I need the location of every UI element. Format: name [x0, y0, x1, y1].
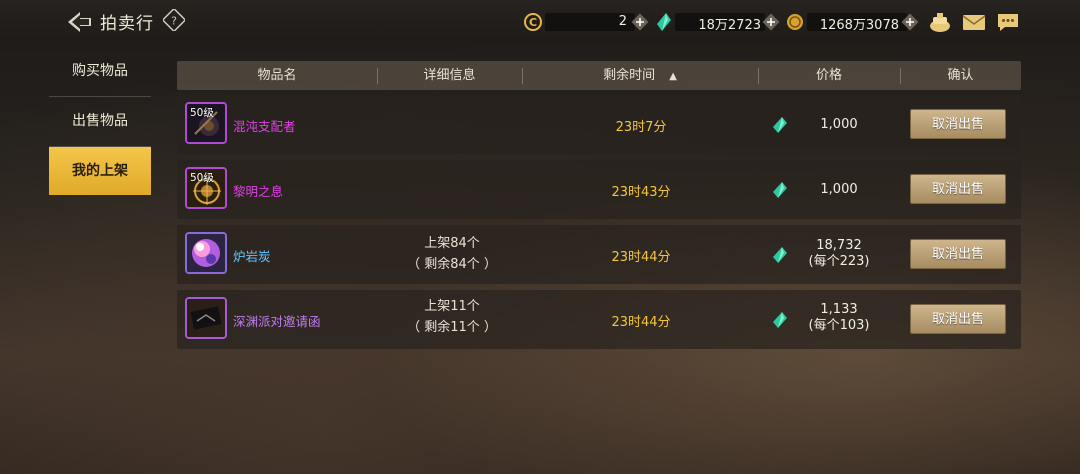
cancel-sale-button[interactable]: 取消出售	[910, 239, 1006, 269]
item-level-badge: 50级	[190, 172, 214, 184]
column-header-details[interactable]: 详细信息	[377, 61, 522, 90]
add-gold-icon[interactable]	[901, 13, 919, 31]
sidebar-item-sell[interactable]: 出售物品	[49, 97, 151, 145]
item-level-badge: 50级	[190, 107, 214, 119]
green-gem-icon	[773, 182, 787, 198]
treasure-bag-icon[interactable]	[927, 10, 953, 34]
back-arrow-icon[interactable]	[64, 8, 94, 36]
table-header: 物品名 详细信息 剩余时间 ▲ 价格 确认	[177, 61, 1021, 90]
green-gem-icon	[773, 312, 787, 328]
column-header-price[interactable]: 价格	[758, 61, 900, 90]
price: 1,133	[820, 302, 858, 317]
table-row: 深渊派对邀请函 上架11个 （ 剩余11个 ） 23时44分 1,133 (每个…	[177, 290, 1021, 349]
gold-value: 1268万3078	[819, 18, 899, 33]
svg-text:?: ?	[171, 15, 177, 28]
item-icon[interactable]	[185, 232, 227, 274]
column-header-item-name[interactable]: 物品名	[177, 61, 377, 90]
help-icon[interactable]: ?	[163, 9, 185, 31]
c-coin-value: 2	[618, 14, 627, 29]
gem-value: 18万2723	[698, 18, 761, 33]
price: 1,000	[820, 182, 858, 197]
table-row: 50级 混沌支配者 23时7分 1,000 取消出售	[177, 95, 1021, 154]
item-icon[interactable]	[185, 297, 227, 339]
abyss-party-invitation-icon	[187, 299, 225, 337]
table-row: 50级 黎明之息 23时43分 1,000 取消出售	[177, 160, 1021, 219]
detail-remaining: （ 剩余11个 ）	[407, 320, 497, 335]
detail-listed: 上架11个	[424, 299, 480, 314]
item-name: 混沌支配者	[233, 119, 296, 134]
price: 18,732	[816, 238, 862, 253]
price: 1,000	[820, 117, 858, 132]
svg-text:C: C	[529, 16, 537, 29]
cancel-sale-button[interactable]: 取消出售	[910, 174, 1006, 204]
gold-coin-icon	[787, 14, 803, 30]
table-row: 炉岩炭 上架84个 （ 剩余84个 ） 23时44分 18,732 (每个223…	[177, 225, 1021, 284]
column-header-time-label: 剩余时间	[603, 68, 656, 83]
c-coin-icon: C	[524, 13, 542, 31]
add-c-coin-icon[interactable]	[631, 13, 649, 31]
detail-remaining: （ 剩余84个 ）	[407, 257, 497, 272]
sidebar-item-my-listings[interactable]: 我的上架	[49, 147, 151, 195]
green-gem-icon	[773, 117, 787, 133]
cancel-sale-button[interactable]: 取消出售	[910, 109, 1006, 139]
cancel-sale-button[interactable]: 取消出售	[910, 304, 1006, 334]
mail-icon[interactable]	[961, 10, 987, 34]
green-gem-icon	[773, 247, 787, 263]
item-icon[interactable]: 50级	[185, 102, 227, 144]
furnace-rock-charcoal-icon	[187, 234, 225, 272]
item-name: 黎明之息	[233, 184, 284, 199]
column-header-confirm: 确认	[947, 68, 974, 83]
item-name: 炉岩炭	[233, 249, 271, 264]
item-icon[interactable]: 50级	[185, 167, 227, 209]
add-gem-icon[interactable]	[762, 13, 780, 31]
top-bar: 拍卖行 ? C 2 18万2723 1268万3078	[0, 0, 1080, 42]
price-each: (每个223)	[808, 254, 870, 269]
time-remaining: 23时44分	[611, 250, 671, 265]
time-remaining: 23时43分	[611, 185, 671, 200]
chat-icon[interactable]	[995, 10, 1021, 34]
green-gem-icon	[657, 13, 671, 31]
column-header-time[interactable]: 剩余时间 ▲	[522, 61, 758, 90]
price-each: (每个103)	[808, 318, 870, 333]
detail-listed: 上架84个	[424, 236, 480, 251]
time-remaining: 23时44分	[611, 315, 671, 330]
item-name: 深渊派对邀请函	[233, 314, 321, 329]
sidebar-item-buy[interactable]: 购买物品	[49, 47, 151, 95]
page-title: 拍卖行	[100, 14, 154, 34]
time-remaining: 23时7分	[615, 120, 667, 135]
sort-ascending-icon: ▲	[669, 71, 677, 82]
